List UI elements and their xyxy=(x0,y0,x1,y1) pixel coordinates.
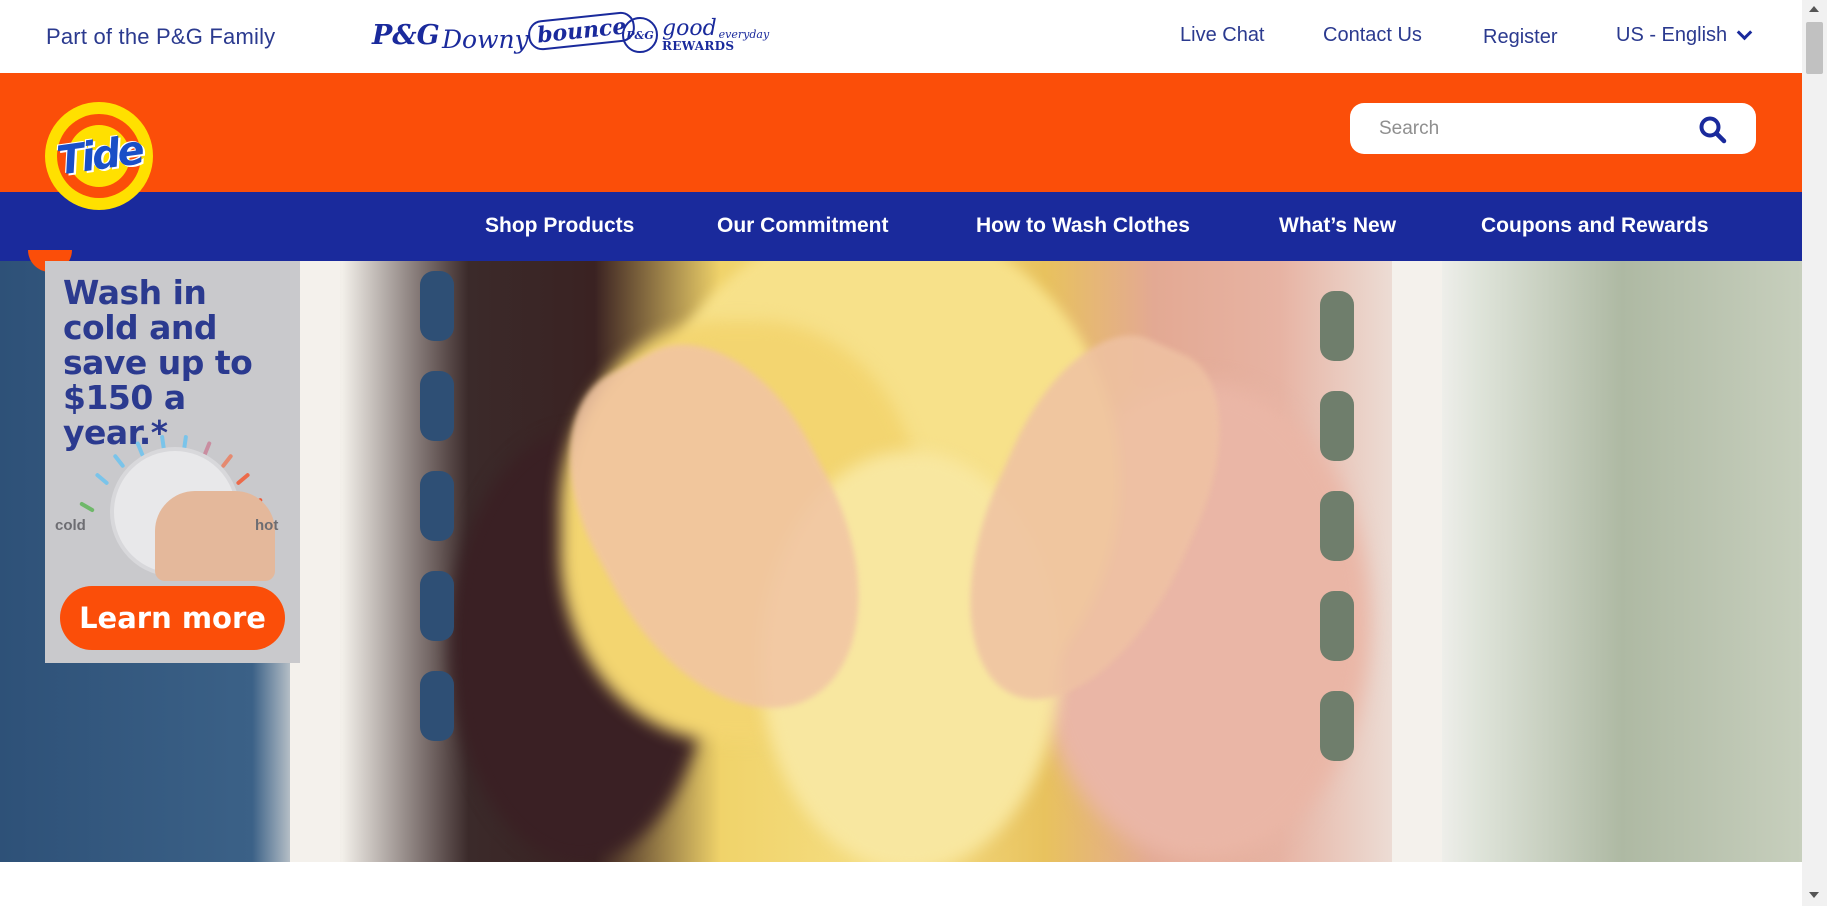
language-selector[interactable]: US - English xyxy=(1616,24,1753,47)
rewards-text: REWARDS xyxy=(662,39,735,53)
basket-slot xyxy=(1320,391,1354,461)
basket-slot xyxy=(1320,291,1354,361)
basket-slot xyxy=(1320,491,1354,561)
nav-coupons-and-rewards[interactable]: Coupons and Rewards xyxy=(1481,214,1709,238)
bounce-brand-logo[interactable]: bounce xyxy=(526,10,637,52)
search-icon[interactable] xyxy=(1698,115,1728,145)
language-label: US - English xyxy=(1616,24,1728,46)
dial-tick xyxy=(79,501,95,513)
cold-wash-promo-card: Wash in cold and save up to $150 a year.… xyxy=(45,261,300,663)
basket-slot xyxy=(420,571,454,641)
nav-shop-products[interactable]: Shop Products xyxy=(485,214,634,238)
logo-yellow-center: Tide xyxy=(54,125,144,187)
dial-hot-label: hot xyxy=(255,517,279,534)
nav-our-commitment[interactable]: Our Commitment xyxy=(717,214,889,238)
hand-turning-dial xyxy=(155,491,275,581)
basket-right-wall xyxy=(1392,261,1442,862)
temperature-dial-illustration: cold hot xyxy=(55,429,290,581)
pg-circle-badge: P&G xyxy=(622,17,658,53)
learn-more-button[interactable]: Learn more xyxy=(60,586,285,650)
promo-headline-line: Wash in xyxy=(63,273,207,312)
good-text: good xyxy=(662,16,717,41)
basket-slot xyxy=(420,671,454,741)
scroll-down-arrow-icon[interactable] xyxy=(1809,892,1819,898)
logo-wordmark: Tide xyxy=(53,127,145,185)
basket-slot xyxy=(1320,591,1354,661)
promo-headline-line: cold and xyxy=(63,308,218,347)
scroll-up-arrow-icon[interactable] xyxy=(1809,6,1819,12)
logo-orange-ring: Tide xyxy=(54,114,144,198)
register-link[interactable]: Register xyxy=(1483,26,1557,49)
dial-cold-label: cold xyxy=(55,517,86,534)
basket-slot xyxy=(1320,691,1354,761)
pg-family-text: Part of the P&G Family xyxy=(46,24,276,49)
contact-us-link[interactable]: Contact Us xyxy=(1323,24,1422,47)
dial-tick xyxy=(112,453,126,469)
basket-slot xyxy=(420,271,454,341)
tide-logo[interactable]: Tide xyxy=(45,102,153,210)
nav-how-to-wash-clothes[interactable]: How to Wash Clothes xyxy=(976,214,1190,238)
search-box xyxy=(1350,103,1756,154)
nav-whats-new[interactable]: What’s New xyxy=(1279,214,1396,238)
pg-brand-logo[interactable]: P&G xyxy=(372,14,440,56)
page-scrollbar[interactable] xyxy=(1802,0,1827,906)
top-utility-bar: Part of the P&G Family P&G Downy bounce … xyxy=(0,0,1802,73)
main-navigation: Shop Products Our Commitment How to Wash… xyxy=(0,192,1802,261)
chevron-down-icon xyxy=(1736,24,1753,41)
basket-slot xyxy=(420,371,454,441)
dial-tick xyxy=(220,453,234,469)
search-input[interactable] xyxy=(1379,116,1679,142)
scrollbar-thumb[interactable] xyxy=(1806,22,1823,74)
pg-good-everyday-logo[interactable]: P&G good everyday REWARDS xyxy=(622,14,769,56)
promo-headline: Wash in cold and save up to $150 a year.… xyxy=(63,275,288,450)
basket-slot xyxy=(420,471,454,541)
dial-tick xyxy=(94,472,110,486)
good-everyday-wordmark: good everyday REWARDS xyxy=(662,16,769,53)
dial-tick xyxy=(235,472,251,486)
downy-brand-logo[interactable]: Downy xyxy=(442,18,529,60)
promo-headline-line: save up to xyxy=(63,343,253,382)
live-chat-link[interactable]: Live Chat xyxy=(1180,24,1265,47)
site-header xyxy=(0,73,1802,192)
